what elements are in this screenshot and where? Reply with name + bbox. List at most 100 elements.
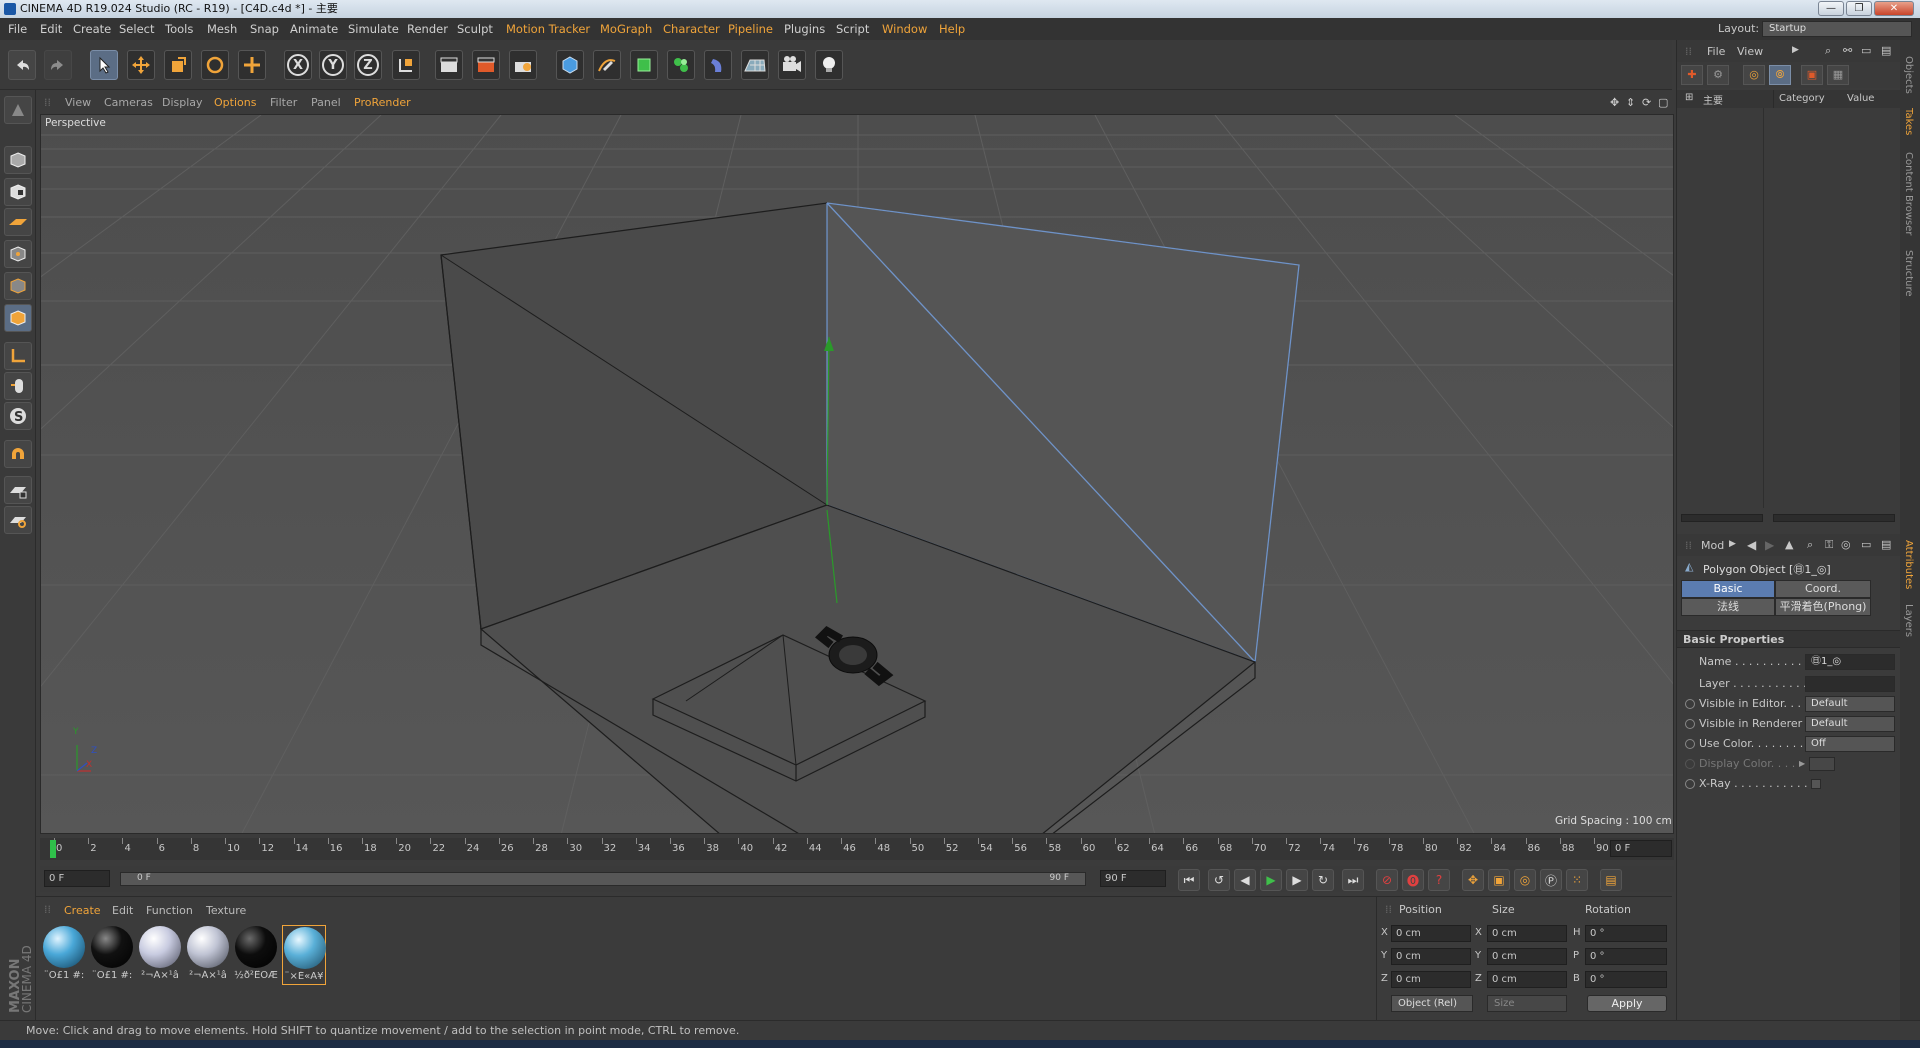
menu-character[interactable]: Character	[663, 22, 720, 36]
record-scale-button[interactable]: ▣	[1488, 869, 1510, 891]
x-axis-lock-button[interactable]: X	[284, 50, 312, 80]
material-swatch[interactable]: ¨O£1 #:	[90, 925, 134, 985]
menu-sculpt[interactable]: Sculpt	[457, 22, 493, 36]
display-color-swatch[interactable]	[1809, 757, 1835, 771]
menu-edit[interactable]: Edit	[40, 22, 62, 36]
search-icon[interactable]: ⌕	[1825, 44, 1831, 58]
tab-normals[interactable]: 法线	[1681, 598, 1775, 616]
animation-key-indicator[interactable]	[1685, 779, 1695, 789]
next-frame-button[interactable]: ▶	[1286, 869, 1308, 891]
menu-pipeline[interactable]: Pipeline	[728, 22, 773, 36]
playhead-marker[interactable]	[50, 840, 56, 858]
timeline-ruler[interactable]: 0 2 4 6 8 10 12 14 16 18 20 22 24 26 28 30 32 34 36 38 40 42 4…	[40, 838, 1674, 860]
position-y-field[interactable]: 0 cm	[1391, 948, 1471, 965]
animation-key-indicator[interactable]	[1685, 719, 1695, 729]
search-icon[interactable]: ⌕	[1807, 538, 1813, 552]
expand-arrow-icon[interactable]: ▶	[1799, 754, 1805, 774]
animation-key-indicator[interactable]	[1685, 759, 1695, 769]
clone-take-icon[interactable]: ⚙	[1707, 65, 1729, 85]
locked-workplane-button[interactable]	[4, 476, 32, 504]
record-point-level-button[interactable]: ⁙	[1566, 869, 1588, 891]
record-active-objects-button[interactable]: ⊘	[1376, 869, 1398, 891]
menu-animate[interactable]: Animate	[290, 22, 338, 36]
menu-motion-tracker[interactable]: Motion Tracker	[506, 22, 590, 36]
menu-tools[interactable]: Tools	[165, 22, 193, 36]
add-subdivision-surface-button[interactable]	[630, 50, 658, 80]
material-swatch[interactable]: ²¬Á×¹â	[138, 925, 182, 985]
maximize-button[interactable]: ❐	[1846, 1, 1872, 16]
next-key-button[interactable]: ↻	[1312, 869, 1334, 891]
viewport-menu-prorender[interactable]: ProRender	[354, 96, 411, 109]
go-to-start-button[interactable]: ⏮	[1178, 869, 1200, 891]
planar-workplane-button[interactable]	[4, 506, 32, 534]
viewport-menu-cameras[interactable]: Cameras	[104, 96, 153, 109]
apply-button[interactable]: Apply	[1587, 995, 1667, 1012]
visible-in-renderer-dropdown[interactable]: Default	[1805, 716, 1895, 732]
add-take-icon[interactable]: ✚	[1681, 65, 1703, 85]
material-menu-edit[interactable]: Edit	[112, 904, 133, 917]
transform-tool-button[interactable]	[238, 50, 266, 80]
size-y-field[interactable]: 0 cm	[1487, 948, 1567, 965]
material-swatch[interactable]: ²¬Á×¹â	[186, 925, 230, 985]
render-to-picture-viewer-button[interactable]	[472, 50, 500, 80]
animation-key-indicator[interactable]	[1685, 699, 1695, 709]
rotation-h-field[interactable]: 0 °	[1585, 925, 1667, 942]
y-axis-lock-button[interactable]: Y	[319, 50, 347, 80]
minimize-button[interactable]: —	[1818, 1, 1844, 16]
end-frame-field[interactable]: 90 F	[1100, 870, 1166, 887]
make-editable-button[interactable]	[4, 96, 32, 124]
take-settings-icon[interactable]: ▦	[1827, 65, 1849, 85]
tab-phong[interactable]: 平滑着色(Phong)	[1775, 598, 1871, 616]
material-menu-create[interactable]: Create	[64, 904, 101, 917]
play-forward-button[interactable]: ▶	[1260, 869, 1282, 891]
tweak-mode-button[interactable]	[4, 372, 32, 400]
points-mode-button[interactable]	[4, 240, 32, 268]
menu-mograph[interactable]: MoGraph	[600, 22, 652, 36]
panel-layout-icon[interactable]: ▤	[1881, 44, 1891, 57]
render-settings-button[interactable]	[509, 50, 537, 80]
current-frame-field[interactable]: 0 F	[1610, 840, 1672, 857]
scheme-settings-button[interactable]: ▤	[1600, 869, 1622, 891]
viewport-pan-icon[interactable]: ✥	[1610, 96, 1619, 109]
override-group-icon[interactable]: ⦾	[1769, 65, 1791, 85]
snap-mode-button[interactable]: S	[4, 402, 32, 430]
material-menu-texture[interactable]: Texture	[206, 904, 246, 917]
menu-select[interactable]: Select	[119, 22, 154, 36]
forward-arrow-icon[interactable]: ▶	[1765, 538, 1774, 552]
model-mode-button[interactable]	[4, 146, 32, 174]
attribute-mode-menu[interactable]: Mod	[1701, 539, 1724, 552]
add-cube-button[interactable]	[556, 50, 584, 80]
coordinate-system-button[interactable]	[392, 50, 420, 80]
add-floor-button[interactable]	[741, 50, 769, 80]
layout-dropdown[interactable]: Startup	[1762, 21, 1912, 37]
take-tree-expand-icon[interactable]: ⊞	[1685, 92, 1693, 103]
add-cloner-button[interactable]	[667, 50, 695, 80]
layer-field[interactable]	[1805, 676, 1895, 692]
size-x-field[interactable]: 0 cm	[1487, 925, 1567, 942]
new-window-icon[interactable]: ▭	[1861, 538, 1871, 551]
previous-key-button[interactable]: ↺	[1208, 869, 1230, 891]
menu-window[interactable]: Window	[882, 22, 927, 36]
horizontal-scrollbar-left[interactable]	[1681, 514, 1763, 522]
redo-button[interactable]	[44, 50, 72, 80]
basic-properties-header[interactable]: Basic Properties	[1677, 630, 1901, 648]
material-swatch-selected[interactable]: ¨×É«Ä¥	[282, 925, 326, 985]
up-arrow-icon[interactable]: ▲	[1785, 538, 1793, 551]
takes-list[interactable]	[1677, 108, 1901, 518]
record-parameter-button[interactable]: Ⓟ	[1540, 869, 1562, 891]
size-mode-dropdown[interactable]: Size	[1487, 995, 1567, 1012]
add-camera-button[interactable]	[778, 50, 806, 80]
new-window-icon[interactable]: ▭	[1861, 44, 1871, 57]
preview-range-slider[interactable]: 0 F 90 F	[120, 872, 1086, 886]
rotation-p-field[interactable]: 0 °	[1585, 948, 1667, 965]
menu-file[interactable]: File	[8, 22, 27, 36]
menu-mesh[interactable]: Mesh	[207, 22, 237, 36]
previous-frame-button[interactable]: ◀	[1234, 869, 1256, 891]
menu-snap[interactable]: Snap	[250, 22, 279, 36]
name-field[interactable]: ㊐1_◎	[1805, 654, 1895, 670]
z-axis-lock-button[interactable]: Z	[354, 50, 382, 80]
render-view-button[interactable]	[435, 50, 463, 80]
tab-attributes[interactable]: Attributes	[1903, 540, 1914, 589]
back-arrow-icon[interactable]: ◀	[1747, 538, 1756, 552]
tab-takes[interactable]: Takes	[1903, 108, 1914, 135]
